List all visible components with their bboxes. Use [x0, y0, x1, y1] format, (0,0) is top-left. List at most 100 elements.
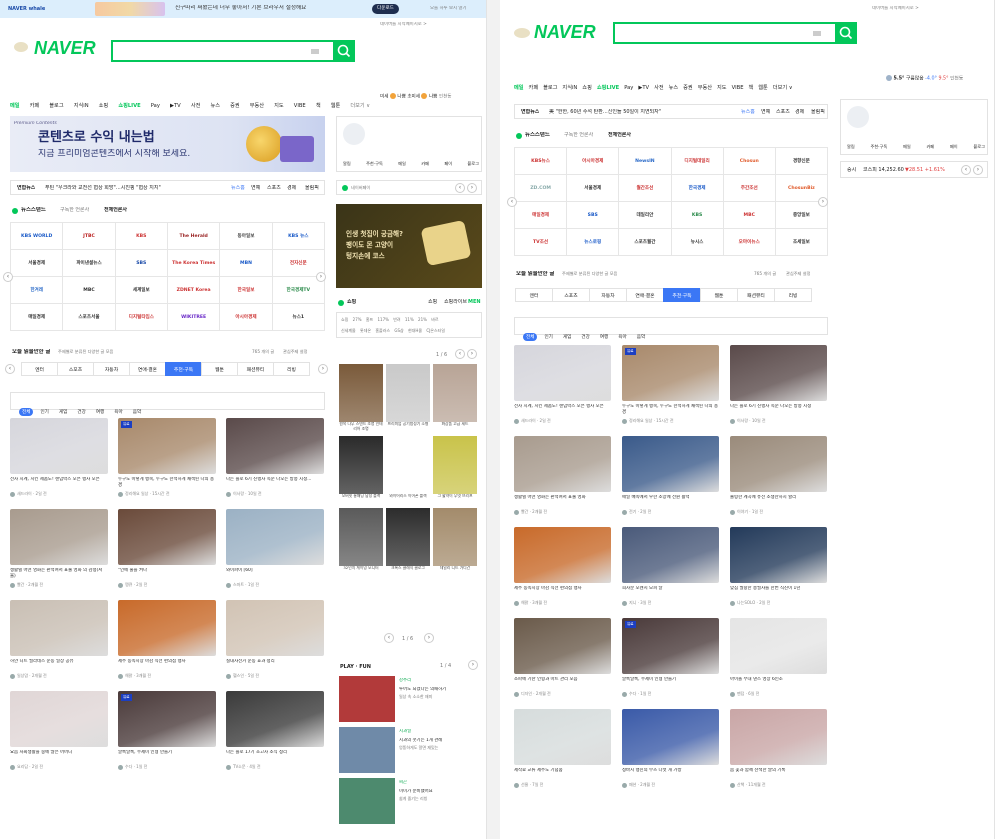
card-title[interactable]: 제주 동쪽시장 마감 직전 편의점 행사 [118, 659, 216, 671]
press-logo[interactable]: KBS WORLD [11, 223, 64, 250]
nav-item[interactable]: 책 [316, 102, 321, 109]
ticker-link[interactable]: 경제 [287, 185, 296, 191]
content-card[interactable]: 실내자전거 운동 효과 정리 헬스인 · 5일 전 [226, 600, 324, 679]
shop-item-image[interactable] [386, 508, 430, 566]
card-thumbnail[interactable] [514, 436, 611, 492]
filter[interactable]: 바르 [431, 317, 438, 322]
card-title[interactable]: 나는 솔로 17기 초고차 소식 정리 [226, 750, 324, 762]
feed-tab[interactable]: 스포츠 [552, 288, 590, 302]
card-thumbnail[interactable]: 유료 [118, 691, 216, 747]
content-card[interactable]: 전자 시계, 치킨 제품도! 랜덤박스 오픈 행사 오픈 새드라이 · 2일 전 [514, 345, 611, 424]
shop-malls[interactable]: 신세계몰 롯데온 홈플러스 GS샵 현대H몰 CJ온스타일 [341, 328, 481, 333]
feed-tab[interactable]: 리빙 [774, 288, 812, 302]
shortcut-item[interactable]: 주천·구독 [366, 161, 383, 166]
press-logo[interactable]: KBS 뉴스 [272, 223, 325, 250]
chip[interactable]: 건강 [578, 333, 592, 341]
play-thumbnail[interactable] [339, 778, 395, 824]
shop-item-image[interactable] [386, 364, 430, 422]
content-card[interactable]: 소파에 기란 인형과 마트 관리 모음 디자인 · 2개월 전 [514, 618, 611, 697]
press-logo[interactable]: 한겨레 [11, 277, 64, 304]
card-thumbnail[interactable] [10, 691, 108, 747]
card-thumbnail[interactable] [10, 418, 108, 474]
feed-tab[interactable]: 추천·구독 [663, 288, 701, 302]
card-thumbnail[interactable] [622, 709, 719, 765]
mall[interactable]: CJ온스타일 [426, 328, 445, 333]
shop-item-image[interactable] [433, 436, 477, 494]
ticker-link[interactable]: 연예 [761, 109, 770, 115]
mall[interactable]: 현대H몰 [408, 328, 422, 333]
pay-ad-banner[interactable]: 인생 첫집이 궁금해? 팽이도 몬 고양이 텅지손에 코스 [336, 204, 482, 288]
press-logo[interactable]: 뉴스로핑 [567, 229, 620, 256]
play-next-button[interactable]: › [468, 660, 478, 670]
feed-tab[interactable]: 엔터 [515, 288, 553, 302]
set-homepage-link[interactable]: 네이버를 시작페이지로 > [872, 6, 919, 12]
shop-filters[interactable]: 쇼핑 27% 홈프 117% 반려 11% 21% 바르 [341, 317, 481, 322]
mall[interactable]: GS샵 [394, 328, 403, 333]
card-thumbnail[interactable] [514, 345, 611, 401]
card-title[interactable]: 전자 시계, 치킨 제품도! 랜덤박스 오픈 행사 오픈 [10, 477, 108, 489]
card-thumbnail[interactable] [118, 509, 216, 565]
press-prev-button[interactable]: ‹ [3, 272, 13, 282]
shop-prev-button-bottom[interactable]: ‹ [384, 633, 394, 643]
card-title[interactable]: 봄 꽃과 함께 산책한 날의 기록 [730, 768, 827, 780]
card-thumbnail[interactable] [730, 618, 827, 674]
card-thumbnail[interactable] [10, 600, 108, 656]
feed-tab[interactable]: 추천·구독 [165, 362, 202, 376]
nav-item[interactable]: 쇼핑 [582, 84, 592, 91]
card-title[interactable]: 하얀 니트 필라테스 운동 일상 공유 [10, 659, 108, 671]
shortcut-item[interactable]: 페이 [950, 144, 958, 149]
press-logo[interactable]: SBS [567, 202, 620, 229]
shop-item-image[interactable] [433, 364, 477, 422]
nav-more[interactable]: 더보기 ∨ [350, 102, 370, 109]
shortcut-item[interactable]: 메일 [903, 144, 911, 149]
chip[interactable]: 전체 [523, 333, 538, 341]
newsstand-all[interactable]: 전체언론사 [104, 207, 127, 213]
feed-tab[interactable]: 연애·결혼 [129, 362, 166, 376]
nav-item[interactable]: 웹툰 [331, 102, 341, 109]
press-logo[interactable]: Chosun [723, 148, 776, 175]
shop-item[interactable]: 그 활약이 무엇 브리프 [433, 436, 477, 504]
card-title[interactable]: 출렁한 계곡에 퓨전 소생산하시 할리 [730, 495, 827, 507]
mall[interactable]: 홈플러스 [375, 328, 390, 333]
search-input[interactable] [111, 40, 335, 62]
card-title[interactable]: 알록달록, 수세미 인형 만들기 [118, 750, 216, 762]
avatar[interactable] [343, 123, 365, 145]
filter[interactable]: 반려 [393, 317, 400, 322]
card-title[interactable]: 매일 배쪽에서 우한 소망에 전원 활력 [622, 495, 719, 507]
shortcut-item[interactable]: 카페 [421, 161, 429, 166]
press-logo[interactable]: 스포츠서울 [63, 304, 116, 331]
card-thumbnail[interactable] [226, 600, 324, 656]
nav-item[interactable]: Pay [624, 85, 633, 91]
shop-item-title[interactable]: 오버핏 롱패딩 남성 블랙 [339, 494, 383, 504]
filter[interactable]: 27% [353, 317, 362, 322]
nav-item[interactable]: ▶TV [170, 103, 181, 109]
card-thumbnail[interactable] [226, 418, 324, 474]
weather-widget[interactable]: 5.5° 구름많음 -4.0° 9.5° 인천동 [886, 75, 963, 82]
content-card[interactable]: 와이파이 [60] 스마트 · 1일 전 [226, 509, 324, 588]
card-thumbnail[interactable] [730, 709, 827, 765]
shop-item-image[interactable] [339, 364, 383, 422]
content-card[interactable]: 요즘 사회생활을 중에 많은 어머니 요리담 · 2일 전 [10, 691, 108, 770]
shortcut-item[interactable]: 블로그 [973, 144, 985, 149]
press-logo[interactable]: 오마이뉴스 [723, 229, 776, 256]
press-logo[interactable]: 한국일보 [220, 277, 273, 304]
card-title[interactable]: "인에 불을 켜나 [118, 568, 216, 580]
press-logo[interactable]: 디지털데일리 [671, 148, 724, 175]
filter[interactable]: 21% [418, 317, 427, 322]
card-title[interactable]: 맞짐 필랑한 송필사를 한번 직진이 1년 [730, 586, 827, 598]
search-button[interactable] [835, 22, 857, 44]
naver-logo[interactable]: NAVER [34, 38, 96, 59]
content-card[interactable]: 출렁한 계곡에 퓨전 소생산하시 할리 이야기 · 1일 전 [730, 436, 827, 515]
press-logo[interactable]: 스포츠월간 [619, 229, 672, 256]
shop-item-image[interactable] [339, 508, 383, 566]
card-title[interactable]: 청바지 행진의 부츠 다섯 개 가방 [622, 768, 719, 780]
newsstand-subscribed[interactable]: 구독한 언론사 [564, 132, 593, 138]
card-thumbnail[interactable] [226, 509, 324, 565]
shortcut-item[interactable]: 알림 [847, 144, 855, 149]
card-title[interactable]: 실내자전거 운동 효과 정리 [226, 659, 324, 671]
press-logo[interactable]: 서울경제 [567, 175, 620, 202]
press-logo[interactable]: NewsIN [619, 148, 672, 175]
nav-item[interactable]: 책 [749, 84, 754, 91]
press-next-button[interactable]: › [818, 197, 828, 207]
card-title[interactable]: 요즘 사회생활을 중에 많은 어머니 [10, 750, 108, 762]
